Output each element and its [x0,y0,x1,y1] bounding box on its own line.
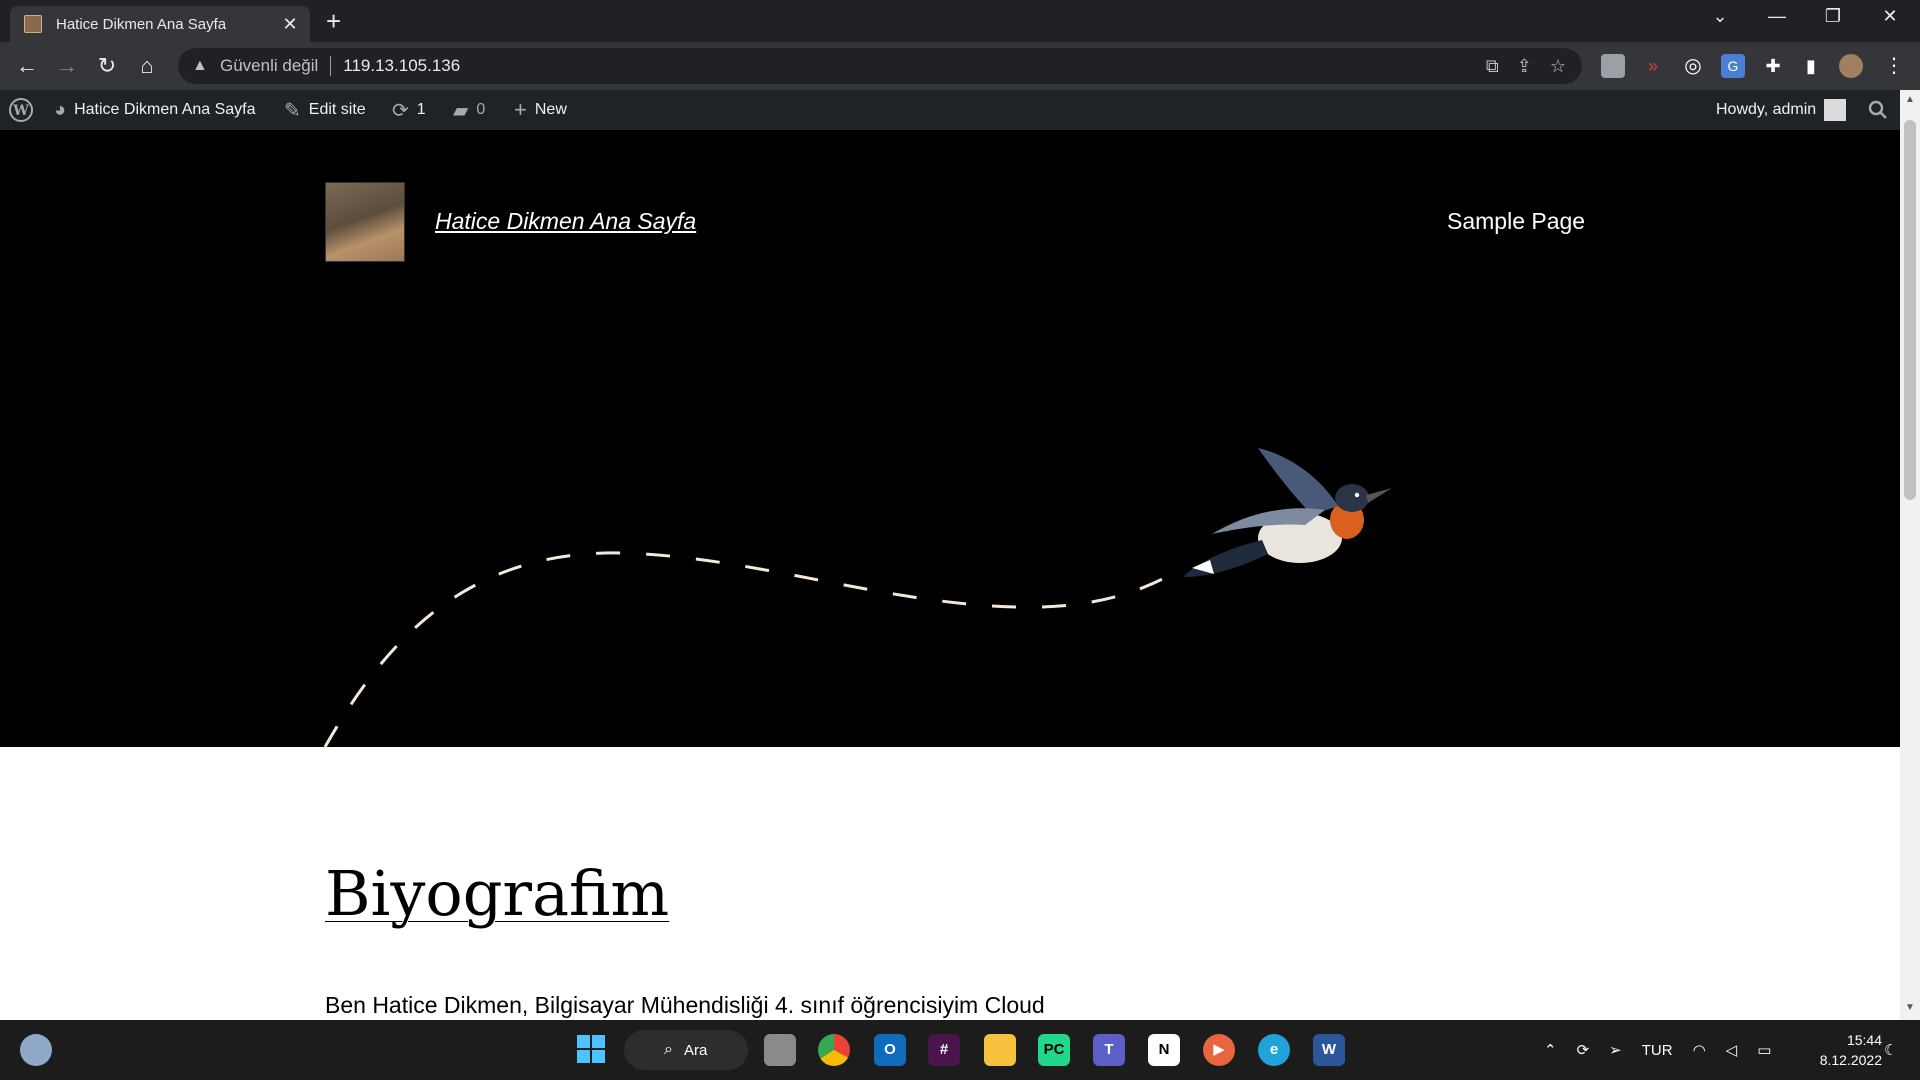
notifications-moon-icon[interactable]: ☾ [1884,1020,1897,1080]
system-tray: ⌃ ⟳ ➢ TUR ◠ ◁ ▭ [1544,1020,1771,1080]
profile-avatar[interactable] [1839,54,1863,78]
minimize-button[interactable]: — [1757,6,1797,27]
reload-icon[interactable]: ↻ [92,51,122,81]
page-scrollbar[interactable]: ▲ ▼ [1900,90,1920,1020]
windows-taskbar: ⌕ Ara O # PC T N ▶ e W ⌃ ⟳ ➢ TUR ◠ ◁ ▭ 1… [0,1020,1920,1080]
address-bar[interactable]: ▲ Güvenli değil 119.13.105.136 ⧉ ⇪ ☆ [178,48,1582,84]
tab-title: Hatice Dikmen Ana Sayfa [56,15,227,33]
url-text[interactable]: 119.13.105.136 [343,56,460,76]
bird-illustration-icon [1183,448,1392,578]
insecure-label: Güvenli değil [220,56,319,75]
hero-illustration [323,448,1392,747]
start-button[interactable] [575,1034,607,1066]
browser-tab-strip: Hatice Dikmen Ana Sayfa ✕ + ⌄ — ❐ ✕ [0,0,1920,42]
new-content-link[interactable]: + New [514,90,567,130]
comment-bubble-icon: ▰ [453,99,469,122]
extension-icon-1[interactable] [1601,54,1625,78]
pycharm-app-icon[interactable]: PC [1038,1034,1070,1066]
back-arrow-icon[interactable]: ← [12,51,42,81]
bookmark-star-icon[interactable]: ☆ [1550,56,1566,77]
extensions-puzzle-icon[interactable]: ✚ [1761,54,1785,78]
task-view-icon[interactable] [764,1034,796,1066]
edit-site-link[interactable]: ✎ Edit site [284,90,366,130]
restore-button[interactable]: ❐ [1813,6,1853,27]
location-arrow-icon[interactable]: ➢ [1609,1041,1622,1059]
omnibox-separator [330,56,332,76]
post-excerpt: Ben Hatice Dikmen, Bilgisayar Mühendisli… [325,992,1045,1018]
battery-icon[interactable]: ▭ [1757,1041,1771,1059]
howdy-label: Howdy, admin [1716,101,1817,118]
new-label: New [534,101,567,118]
brush-icon: ✎ [284,99,301,122]
share-icon[interactable]: ⇪ [1517,56,1532,77]
scrollbar-thumb[interactable] [1904,120,1916,500]
translate-extension-icon[interactable]: G [1721,54,1745,78]
adminbar-site-name[interactable]: ◕ Hatice Dikmen Ana Sayfa [54,90,256,130]
extension-icon-2[interactable]: » [1641,54,1665,78]
chrome-app-icon[interactable] [818,1034,850,1066]
warning-triangle-icon: ▲ [192,57,208,74]
tray-overflow-chevron-icon[interactable]: ⌃ [1544,1041,1557,1059]
updates-link[interactable]: ⟳ 1 [392,90,426,130]
scroll-down-arrow-icon[interactable]: ▼ [1900,1002,1920,1013]
volume-icon[interactable]: ◁ [1726,1041,1738,1059]
language-indicator[interactable]: TUR [1642,1042,1673,1059]
comments-count: 0 [476,101,486,118]
main-content: Biyografim Ben Hatice Dikmen, Bilgisayar… [0,747,1900,1020]
word-app-icon[interactable]: W [1313,1034,1345,1066]
forward-arrow-icon[interactable]: → [52,51,82,81]
file-explorer-icon[interactable] [984,1034,1016,1066]
extension-icon-3[interactable]: ◎ [1681,54,1705,78]
wp-admin-bar: W ◕ Hatice Dikmen Ana Sayfa ✎ Edit site … [0,90,1900,130]
clock-date: 8.12.2022 [1819,1052,1882,1068]
taskbar-clock[interactable]: 15:44 8.12.2022 [1792,1030,1882,1070]
search-icon[interactable] [1868,90,1888,130]
tab-close-icon[interactable]: ✕ [280,14,300,35]
wifi-icon[interactable]: ◠ [1693,1041,1706,1059]
notion-app-icon[interactable]: N [1148,1034,1180,1066]
updates-refresh-icon: ⟳ [392,99,409,122]
dashboard-gauge-icon: ◕ [54,98,67,121]
outlook-app-icon[interactable]: O [874,1034,906,1066]
translate-icon[interactable]: ⧉ [1486,56,1499,77]
comments-link[interactable]: ▰ 0 [453,90,485,130]
browser-toolbar: ← → ↻ ⌂ ▲ Güvenli değil 119.13.105.136 ⧉… [0,42,1920,90]
edit-site-label: Edit site [308,101,366,118]
sync-icon[interactable]: ⟳ [1577,1041,1590,1059]
dashed-flight-path [323,551,1181,747]
clock-time: 15:44 [1846,1032,1882,1048]
close-window-button[interactable]: ✕ [1870,6,1910,27]
taskbar-search-label: Ara [684,1041,708,1059]
side-panel-icon[interactable]: ▮ [1799,54,1823,78]
search-magnifier-icon: ⌕ [664,1041,673,1058]
weather-widget-icon[interactable] [20,1034,52,1066]
admin-avatar [1824,99,1847,121]
new-tab-button[interactable]: + [326,8,341,34]
omnibox-actions: ⧉ ⇪ ☆ [1486,56,1566,77]
tab-search-chevron-icon[interactable]: ⌄ [1700,6,1740,27]
media-player-icon[interactable]: ▶ [1203,1034,1235,1066]
site-header: Hatice Dikmen Ana Sayfa Sample Page [0,130,1900,747]
my-account-link[interactable]: Howdy, admin [1716,90,1847,130]
plus-icon: + [514,97,527,122]
wordpress-logo-icon[interactable]: W [8,90,34,130]
adminbar-site-label: Hatice Dikmen Ana Sayfa [74,101,256,118]
slack-app-icon[interactable]: # [928,1034,960,1066]
site-favicon-icon [24,15,42,33]
browser-menu-icon[interactable]: ⋮ [1882,54,1906,78]
svg-text:W: W [12,103,29,119]
teams-app-icon[interactable]: T [1093,1034,1125,1066]
scroll-up-arrow-icon[interactable]: ▲ [1900,94,1920,105]
taskbar-search[interactable]: ⌕ Ara [624,1030,748,1070]
browser-tab[interactable]: Hatice Dikmen Ana Sayfa ✕ [10,6,310,42]
edge-app-icon[interactable]: e [1258,1034,1290,1066]
updates-count: 1 [416,101,426,118]
home-icon[interactable]: ⌂ [132,51,162,81]
post-title-link[interactable]: Biyografim [325,857,669,930]
